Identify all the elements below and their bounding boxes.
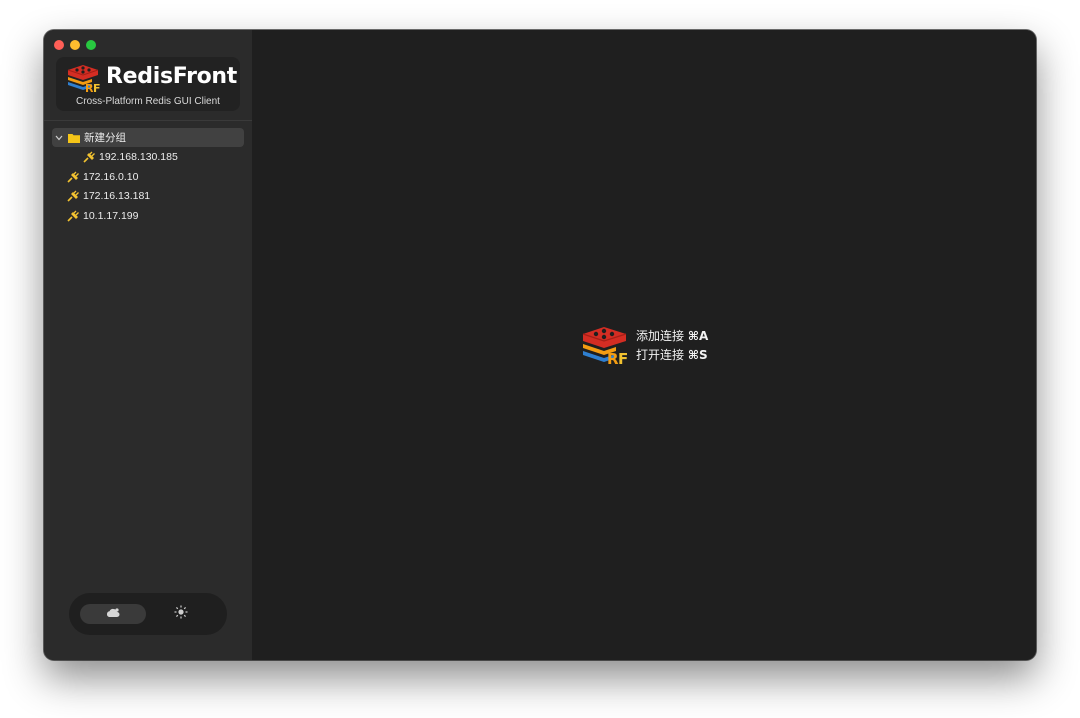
- app-name: RedisFront: [106, 64, 238, 89]
- moon-cloud-icon: [106, 605, 120, 623]
- shortcut-list: 添加连接 ⌘A 打开连接 ⌘S: [636, 327, 756, 365]
- tree-group-label: 新建分组: [84, 132, 126, 144]
- minimize-button[interactable]: [70, 40, 80, 50]
- brand-header: R F RedisFront Cross-Platform Redis GUI …: [56, 57, 240, 111]
- open-connection-shortcut: ⌘S: [687, 348, 708, 362]
- add-connection-shortcut: ⌘A: [687, 329, 709, 343]
- add-connection-label: 添加连接: [636, 329, 685, 343]
- plug-icon: [82, 151, 96, 163]
- main-area: R F 添加连接 ⌘A 打开连接 ⌘S: [252, 30, 1036, 660]
- open-connection-label: 打开连接: [636, 348, 685, 362]
- sun-icon: [174, 605, 188, 624]
- svg-text:F: F: [618, 350, 628, 366]
- svg-text:F: F: [93, 82, 101, 93]
- dark-theme-button[interactable]: [80, 604, 146, 624]
- theme-toggle: [69, 593, 227, 635]
- plug-icon: [66, 171, 80, 183]
- redisfront-logo-icon: R F: [64, 63, 102, 98]
- tree-item-connection[interactable]: 192.168.130.185: [52, 148, 244, 167]
- chevron-down-icon[interactable]: [53, 128, 65, 147]
- tree-item-connection[interactable]: 172.16.0.10: [52, 167, 244, 186]
- app-window: R F RedisFront Cross-Platform Redis GUI …: [44, 30, 1036, 660]
- tree-item-connection[interactable]: 10.1.17.199: [52, 206, 244, 225]
- sidebar-divider: [44, 120, 252, 121]
- add-connection-action[interactable]: 添加连接 ⌘A: [636, 327, 756, 346]
- light-theme-button[interactable]: [171, 604, 191, 624]
- plug-icon: [66, 210, 80, 222]
- sidebar: R F RedisFront Cross-Platform Redis GUI …: [44, 30, 253, 660]
- connection-label: 172.16.0.10: [83, 170, 139, 183]
- zoom-button[interactable]: [86, 40, 96, 50]
- close-button[interactable]: [54, 40, 64, 50]
- folder-icon: [68, 133, 80, 143]
- tree-group-new-group[interactable]: 新建分组: [52, 128, 244, 147]
- tree-item-connection[interactable]: 172.16.13.181: [52, 187, 244, 206]
- redisfront-logo-icon: R F: [579, 324, 629, 371]
- window-controls: [54, 40, 96, 50]
- connection-label: 10.1.17.199: [83, 209, 139, 222]
- plug-icon: [66, 190, 80, 202]
- connection-tree: 新建分组 192.168.130.185 172.16.0.10 172.16.…: [52, 128, 244, 226]
- connection-label: 172.16.13.181: [83, 190, 151, 203]
- app-tagline: Cross-Platform Redis GUI Client: [76, 96, 220, 107]
- open-connection-action[interactable]: 打开连接 ⌘S: [636, 346, 756, 365]
- connection-label: 192.168.130.185: [99, 151, 178, 164]
